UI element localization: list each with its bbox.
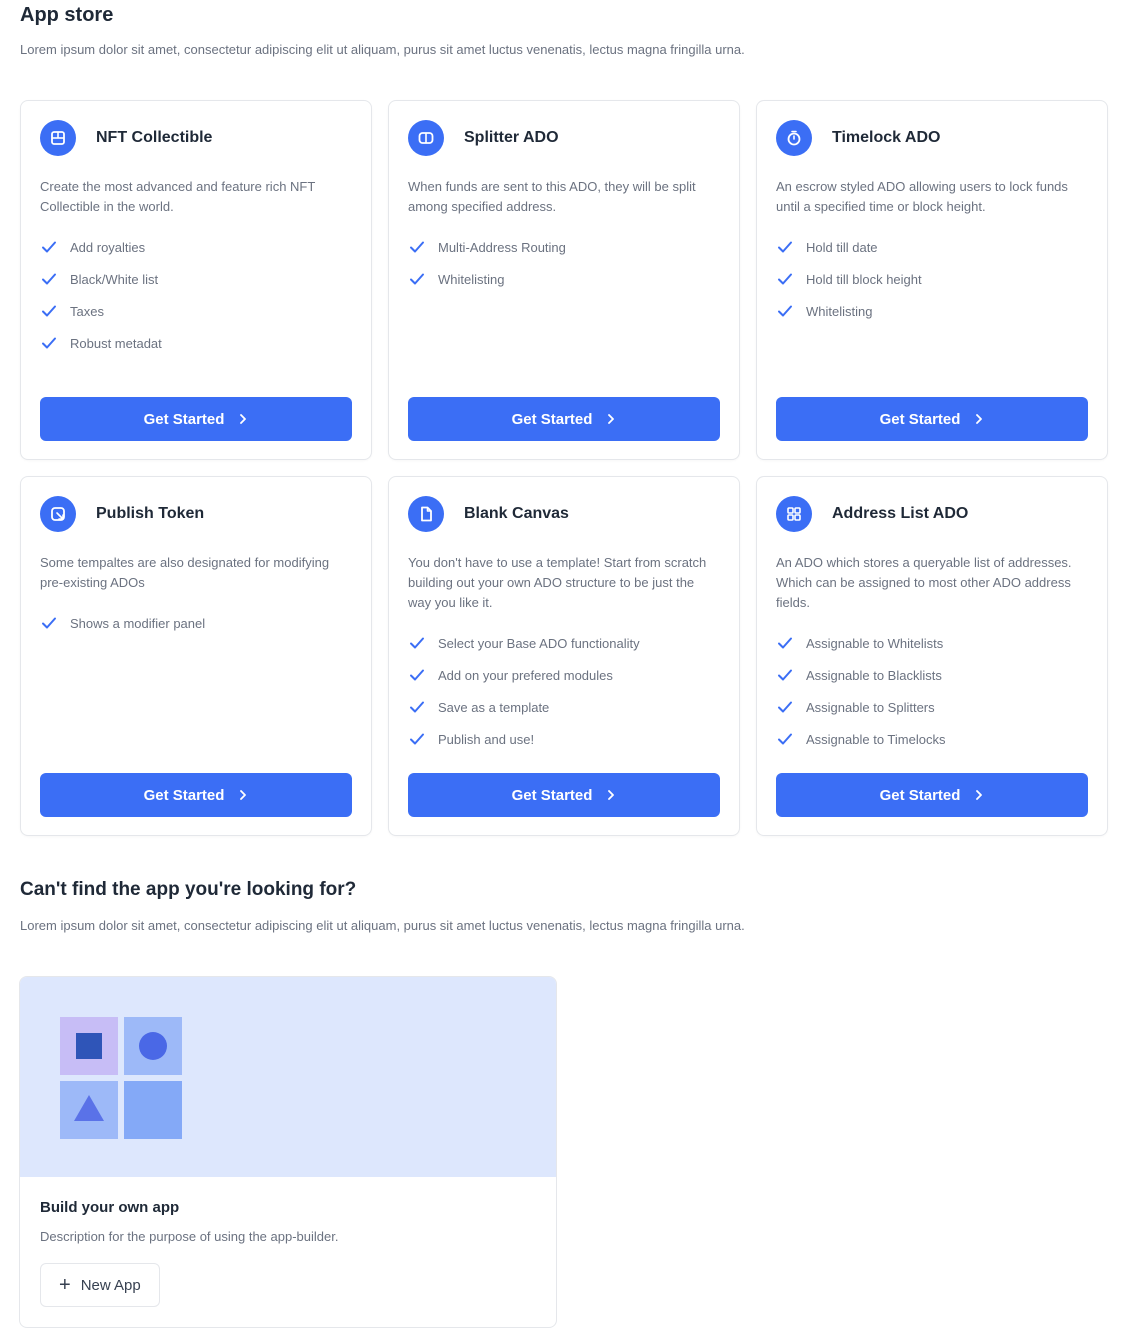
card-title: Publish Token	[96, 505, 205, 522]
app-card-nft-collectible: NFT Collectible Create the most advanced…	[20, 100, 372, 460]
plus-icon: +	[59, 1274, 71, 1296]
new-app-button[interactable]: + New App	[40, 1263, 160, 1307]
check-icon	[410, 637, 424, 649]
get-started-button[interactable]: Get Started	[776, 397, 1088, 441]
check-icon	[410, 669, 424, 681]
check-icon	[42, 305, 56, 317]
feature-item: Whitelisting	[408, 263, 566, 295]
card-title: NFT Collectible	[96, 129, 213, 146]
chevron-right-icon	[608, 790, 615, 800]
feature-list: Shows a modifier panel	[40, 607, 205, 639]
card-description: An escrow styled ADO allowing users to l…	[776, 179, 1068, 214]
feature-item: Shows a modifier panel	[40, 607, 205, 639]
check-icon	[778, 241, 792, 253]
card-description: Some tempaltes are also designated for m…	[40, 555, 330, 590]
feature-item: Whitelisting	[776, 295, 922, 327]
builder-banner	[20, 977, 556, 1177]
feature-item: Multi-Address Routing	[408, 231, 566, 263]
feature-item: Save as a template	[408, 691, 640, 723]
app-grid: NFT Collectible Create the most advanced…	[20, 100, 1108, 836]
section-title: Can't find the app you're looking for?	[20, 879, 357, 900]
builder-description: Description for the purpose of using the…	[40, 1229, 339, 1244]
split-icon	[408, 120, 444, 156]
check-icon	[778, 733, 792, 745]
card-description: Create the most advanced and feature ric…	[40, 179, 316, 214]
feature-item: Assignable to Whitelists	[776, 627, 945, 659]
check-icon	[778, 669, 792, 681]
chevron-right-icon	[976, 790, 983, 800]
app-card-publish-token: Publish Token Some tempaltes are also de…	[20, 476, 372, 836]
chevron-right-icon	[976, 414, 983, 424]
feature-item: Assignable to Splitters	[776, 691, 945, 723]
page-description: Lorem ipsum dolor sit amet, consectetur …	[20, 42, 745, 57]
get-started-button[interactable]: Get Started	[408, 773, 720, 817]
card-title: Timelock ADO	[832, 129, 941, 146]
feature-item: Hold till date	[776, 231, 922, 263]
app-card-splitter-ado: Splitter ADO When funds are sent to this…	[388, 100, 740, 460]
feature-list: Select your Base ADO functionality Add o…	[408, 627, 640, 755]
get-started-button[interactable]: Get Started	[408, 397, 720, 441]
feature-list: Multi-Address Routing Whitelisting	[408, 231, 566, 295]
timer-icon	[776, 120, 812, 156]
check-icon	[42, 241, 56, 253]
chevron-right-icon	[240, 790, 247, 800]
check-icon	[42, 337, 56, 349]
check-icon	[778, 637, 792, 649]
check-icon	[778, 305, 792, 317]
check-icon	[778, 701, 792, 713]
get-started-button[interactable]: Get Started	[40, 773, 352, 817]
check-icon	[42, 617, 56, 629]
card-title: Blank Canvas	[464, 505, 569, 522]
shapes-illustration-icon	[60, 1017, 182, 1139]
app-card-blank-canvas: Blank Canvas You don't have to use a tem…	[388, 476, 740, 836]
card-title: Address List ADO	[832, 505, 969, 522]
image-icon	[40, 120, 76, 156]
card-description: You don't have to use a template! Start …	[408, 555, 707, 610]
chevron-right-icon	[240, 414, 247, 424]
feature-item: Publish and use!	[408, 723, 640, 755]
feature-list: Hold till date Hold till block height Wh…	[776, 231, 922, 327]
feature-list: Assignable to Whitelists Assignable to B…	[776, 627, 945, 755]
chevron-right-icon	[608, 414, 615, 424]
list-icon	[776, 496, 812, 532]
check-icon	[42, 273, 56, 285]
check-icon	[410, 701, 424, 713]
app-card-timelock-ado: Timelock ADO An escrow styled ADO allowi…	[756, 100, 1108, 460]
section-description: Lorem ipsum dolor sit amet, consectetur …	[20, 918, 745, 933]
feature-item: Assignable to Timelocks	[776, 723, 945, 755]
feature-item: Add royalties	[40, 231, 162, 263]
page-title: App store	[20, 4, 114, 26]
check-icon	[410, 273, 424, 285]
builder-title: Build your own app	[40, 1199, 180, 1216]
feature-item: Assignable to Blacklists	[776, 659, 945, 691]
build-app-card: Build your own app Description for the p…	[19, 976, 557, 1328]
check-icon	[778, 273, 792, 285]
app-card-address-list-ado: Address List ADO An ADO which stores a q…	[756, 476, 1108, 836]
document-icon	[408, 496, 444, 532]
publish-icon	[40, 496, 76, 532]
card-description: An ADO which stores a queryable list of …	[776, 555, 1072, 610]
check-icon	[410, 241, 424, 253]
card-title: Splitter ADO	[464, 129, 559, 146]
feature-item: Hold till block height	[776, 263, 922, 295]
feature-item: Select your Base ADO functionality	[408, 627, 640, 659]
feature-item: Black/White list	[40, 263, 162, 295]
feature-item: Robust metadat	[40, 327, 162, 359]
get-started-button[interactable]: Get Started	[776, 773, 1088, 817]
card-description: When funds are sent to this ADO, they wi…	[408, 179, 696, 214]
feature-item: Add on your prefered modules	[408, 659, 640, 691]
get-started-button[interactable]: Get Started	[40, 397, 352, 441]
feature-item: Taxes	[40, 295, 162, 327]
check-icon	[410, 733, 424, 745]
feature-list: Add royalties Black/White list Taxes Rob…	[40, 231, 162, 359]
